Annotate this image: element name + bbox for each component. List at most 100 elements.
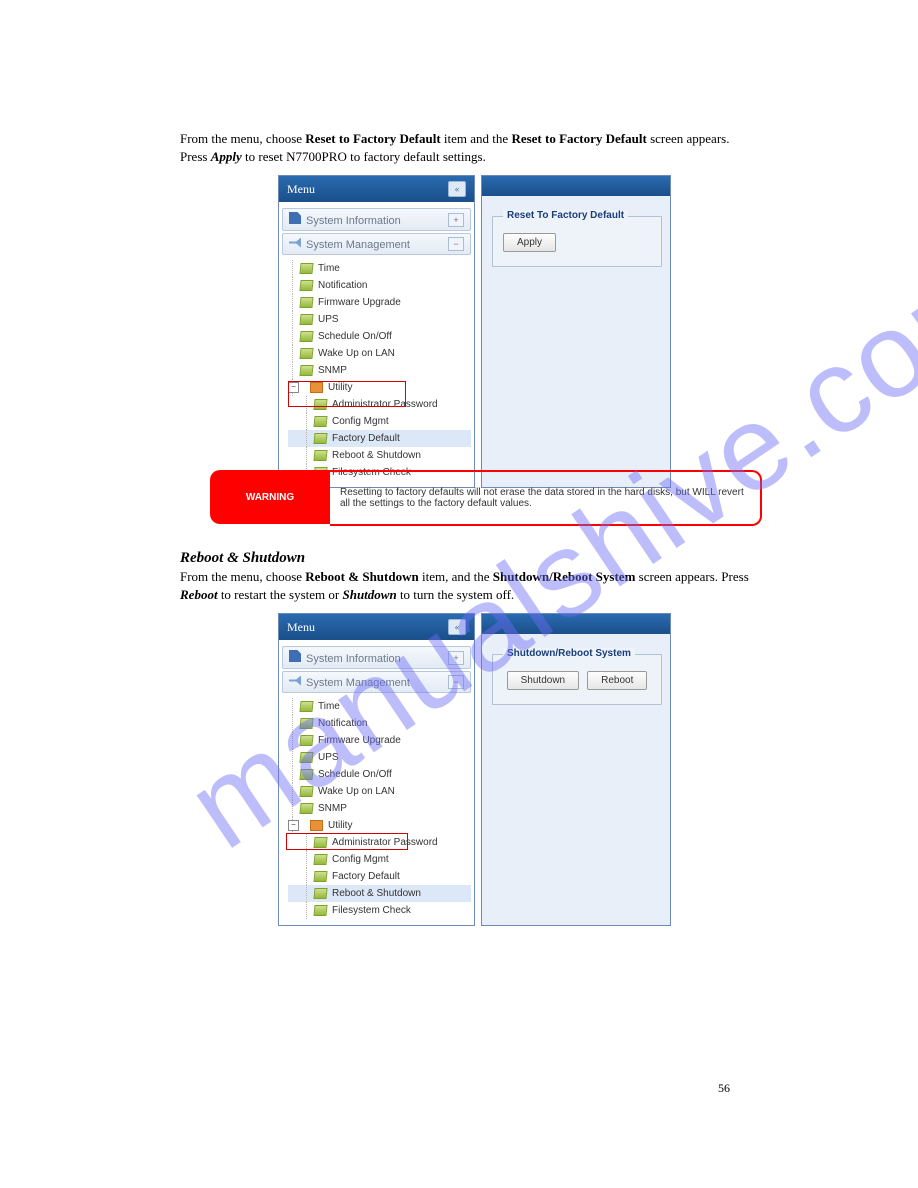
menu-title: Menu — [287, 620, 315, 635]
content-header — [482, 176, 670, 196]
content-header — [482, 614, 670, 634]
strong: Apply — [211, 149, 242, 164]
menu-body: System Information + System Management −… — [279, 202, 474, 487]
minus-icon[interactable]: − — [288, 382, 299, 393]
fieldset-shutdown: Shutdown/Reboot System Shutdown Reboot — [492, 654, 662, 705]
node-icon — [313, 433, 327, 444]
tree-fw[interactable]: Firmware Upgrade — [288, 294, 471, 311]
node-icon — [299, 803, 313, 814]
folder-icon — [310, 820, 323, 831]
node-icon — [313, 871, 327, 882]
node-icon — [299, 314, 313, 325]
section-intro: From the menu, choose Reset to Factory D… — [180, 130, 740, 165]
menu-panel: Menu « System Information + System Manag… — [278, 175, 475, 488]
content-body: Reset To Factory Default Apply — [482, 196, 670, 275]
tree-config-mgmt[interactable]: Config Mgmt — [288, 851, 471, 868]
tree-utility[interactable]: −Utility — [288, 817, 471, 834]
tree-snmp[interactable]: SNMP — [288, 362, 471, 379]
accordion-sysmgmt[interactable]: System Management − — [282, 233, 471, 255]
tree: Time Notification Firmware Upgrade UPS S… — [282, 695, 471, 919]
section-title: Reboot & Shutdown — [180, 550, 305, 567]
tree-admin-pw[interactable]: Administrator Password — [288, 834, 471, 851]
tree-notif[interactable]: Notification — [288, 277, 471, 294]
node-icon — [313, 837, 327, 848]
strong: Reset to Factory Default — [305, 131, 440, 146]
node-icon — [299, 280, 313, 291]
tree-fw[interactable]: Firmware Upgrade — [288, 732, 471, 749]
button-row: Shutdown Reboot — [503, 671, 651, 690]
node-icon — [299, 348, 313, 359]
menu-title: Menu — [287, 182, 315, 197]
expand-icon[interactable]: + — [448, 651, 464, 665]
node-icon — [313, 399, 327, 410]
tree-ups[interactable]: UPS — [288, 311, 471, 328]
node-icon — [299, 735, 313, 746]
node-icon — [313, 450, 327, 461]
tree-utility[interactable]: −Utility — [288, 379, 471, 396]
folder-icon — [310, 382, 323, 393]
node-icon — [313, 905, 327, 916]
tree-time[interactable]: Time — [288, 698, 471, 715]
node-icon — [299, 786, 313, 797]
node-icon — [299, 701, 313, 712]
brush-icon — [289, 676, 301, 686]
node-icon — [299, 718, 313, 729]
reboot-button[interactable]: Reboot — [587, 671, 647, 690]
tree-wol[interactable]: Wake Up on LAN — [288, 345, 471, 362]
node-icon — [299, 769, 313, 780]
fieldset-title: Reset To Factory Default — [503, 210, 628, 221]
collapse-icon[interactable]: « — [448, 181, 466, 197]
content-panel: Reset To Factory Default Apply — [481, 175, 671, 488]
apply-button[interactable]: Apply — [503, 233, 556, 252]
node-icon — [299, 331, 313, 342]
brush-icon — [289, 238, 301, 248]
tree-factory-default[interactable]: Factory Default — [288, 430, 471, 447]
content-panel: Shutdown/Reboot System Shutdown Reboot — [481, 613, 671, 926]
menu-header: Menu « — [279, 176, 474, 202]
tree-reboot-shutdown[interactable]: Reboot & Shutdown — [288, 447, 471, 464]
fieldset-title: Shutdown/Reboot System — [503, 648, 635, 659]
tree-ups[interactable]: UPS — [288, 749, 471, 766]
node-icon — [299, 263, 313, 274]
expand-icon[interactable]: + — [448, 213, 464, 227]
strong: Reset to Factory Default — [511, 131, 646, 146]
tree-notif[interactable]: Notification — [288, 715, 471, 732]
warning-box: WARNING Resetting to factory defaults wi… — [210, 470, 762, 526]
node-icon — [299, 297, 313, 308]
warning-label: WARNING — [210, 470, 330, 524]
accordion-sysinfo[interactable]: System Information + — [282, 646, 471, 669]
menu-panel: Menu « System Information + System Manag… — [278, 613, 475, 926]
node-icon — [313, 416, 327, 427]
tree-reboot-shutdown[interactable]: Reboot & Shutdown — [288, 885, 471, 902]
shutdown-button[interactable]: Shutdown — [507, 671, 579, 690]
node-icon — [313, 888, 327, 899]
tree-sched[interactable]: Schedule On/Off — [288, 766, 471, 783]
collapse-icon[interactable]: − — [448, 675, 464, 689]
section2-intro: From the menu, choose Reboot & Shutdown … — [180, 568, 750, 603]
minus-icon[interactable]: − — [288, 820, 299, 831]
fieldset-reset: Reset To Factory Default Apply — [492, 216, 662, 267]
tree-fsck[interactable]: Filesystem Check — [288, 902, 471, 919]
tree-config-mgmt[interactable]: Config Mgmt — [288, 413, 471, 430]
screenshot-1: Menu « System Information + System Manag… — [278, 175, 671, 488]
accordion-sysinfo[interactable]: System Information + — [282, 208, 471, 231]
content-body: Shutdown/Reboot System Shutdown Reboot — [482, 634, 670, 713]
tree-sched[interactable]: Schedule On/Off — [288, 328, 471, 345]
menu-body: System Information + System Management −… — [279, 640, 474, 925]
tree-wol[interactable]: Wake Up on LAN — [288, 783, 471, 800]
page-number: 56 — [718, 1081, 730, 1096]
tree: Time Notification Firmware Upgrade UPS S… — [282, 257, 471, 481]
tree-factory-default[interactable]: Factory Default — [288, 868, 471, 885]
warning-text: Resetting to factory defaults will not e… — [330, 470, 762, 526]
accordion-sysmgmt[interactable]: System Management − — [282, 671, 471, 693]
collapse-icon[interactable]: « — [448, 619, 466, 635]
collapse-icon[interactable]: − — [448, 237, 464, 251]
tree-admin-pw[interactable]: Administrator Password — [288, 396, 471, 413]
tree-snmp[interactable]: SNMP — [288, 800, 471, 817]
doc-icon — [289, 650, 301, 662]
node-icon — [299, 365, 313, 376]
screenshot-2: Menu « System Information + System Manag… — [278, 613, 671, 926]
tree-time[interactable]: Time — [288, 260, 471, 277]
node-icon — [299, 752, 313, 763]
menu-header: Menu « — [279, 614, 474, 640]
